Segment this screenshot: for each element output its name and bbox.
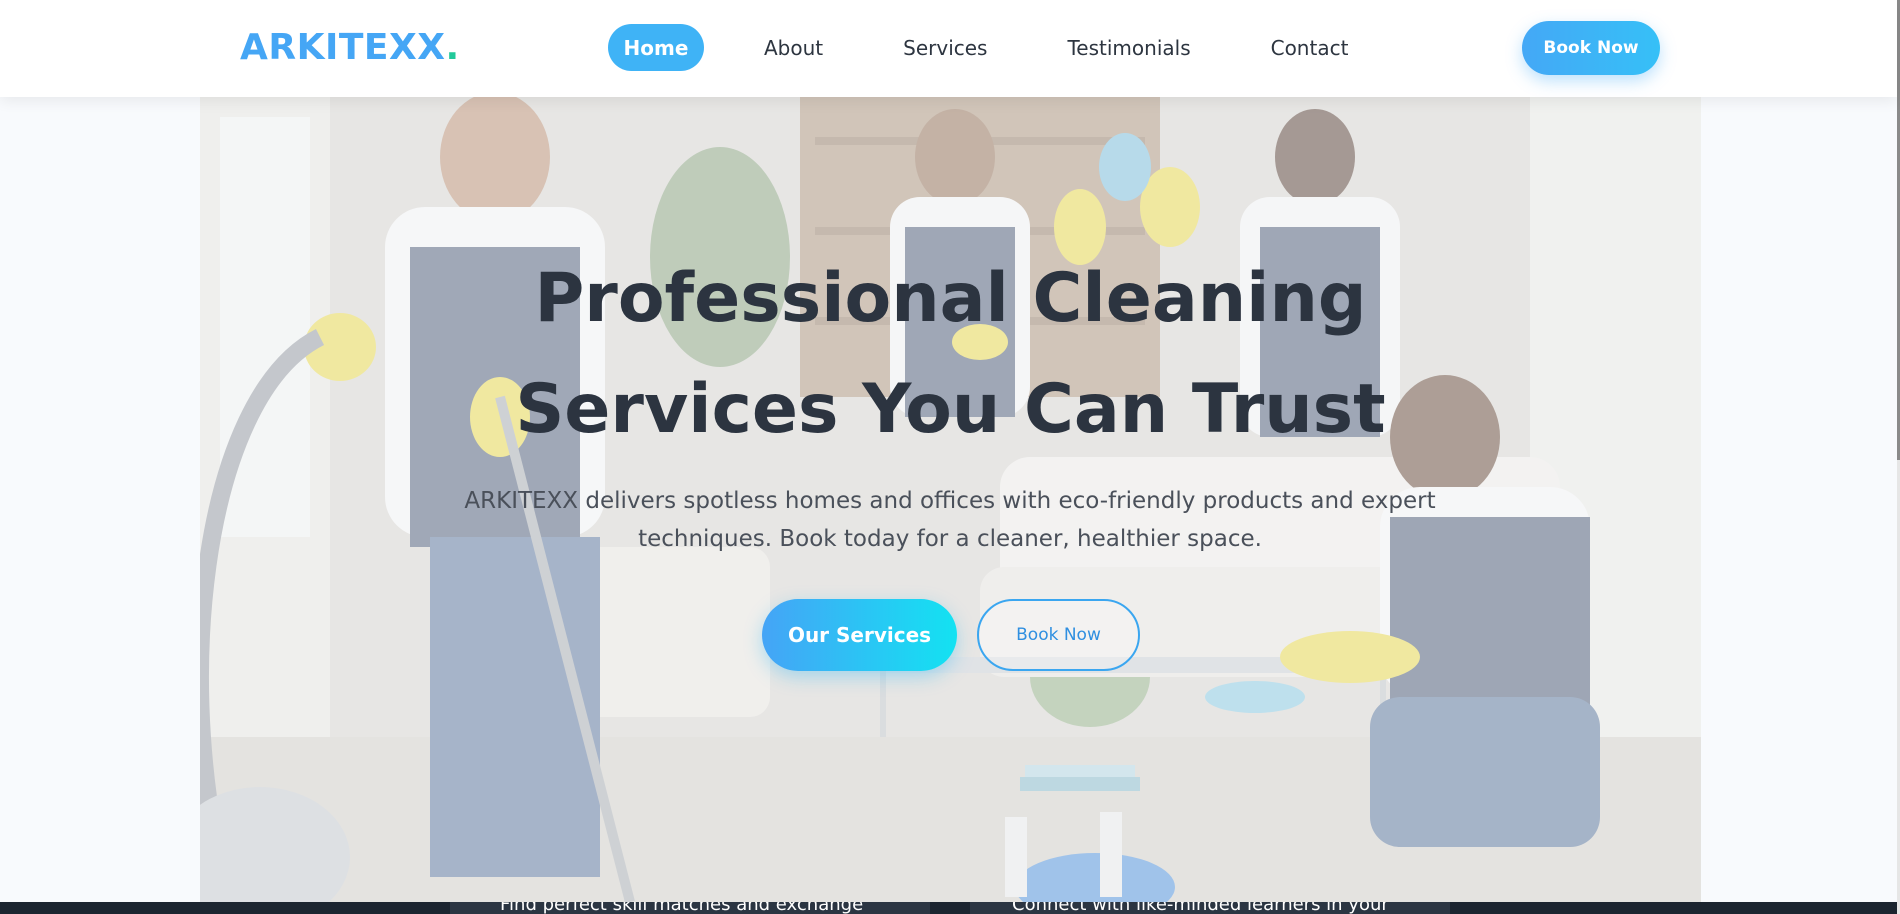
logo-dot: . bbox=[445, 27, 460, 68]
logo-text: ARKITEXX bbox=[240, 27, 446, 68]
nav-contact-link[interactable]: Contact bbox=[1271, 24, 1349, 71]
site-header: ARKITEXX. Home About Services Testimonia… bbox=[0, 0, 1897, 97]
hero-title-line-1: Professional Cleaning bbox=[534, 259, 1367, 338]
brand-logo[interactable]: ARKITEXX. bbox=[240, 26, 460, 70]
next-section-peek: Find perfect skill matches and exchange … bbox=[0, 902, 1900, 914]
hero-title-line-2: Services You Can Trust bbox=[515, 370, 1386, 449]
nav-services-link[interactable]: Services bbox=[903, 24, 987, 71]
hero-section: Professional Cleaning Services You Can T… bbox=[200, 97, 1701, 902]
feature-card-1-text: Find perfect skill matches and exchange bbox=[500, 902, 864, 914]
header-book-now-button[interactable]: Book Now bbox=[1522, 21, 1660, 75]
nav-testimonials-link[interactable]: Testimonials bbox=[1067, 24, 1190, 71]
hero-subtitle: ARKITEXX delivers spotless homes and off… bbox=[450, 482, 1450, 558]
main-nav: Home About Services Testimonials Contact bbox=[608, 24, 1348, 71]
hero-subtitle-line-1: ARKITEXX delivers spotless homes and off… bbox=[464, 488, 1436, 514]
hero-subtitle-line-2: techniques. Book today for a cleaner, he… bbox=[638, 526, 1262, 552]
feature-card-2-text: Connect with like-minded learners in you… bbox=[1012, 902, 1389, 914]
hero-cta-group: Our Services Book Now bbox=[762, 599, 1140, 671]
hero-title: Professional Cleaning Services You Can T… bbox=[200, 243, 1701, 465]
our-services-button[interactable]: Our Services bbox=[762, 599, 957, 671]
nav-about-link[interactable]: About bbox=[764, 24, 823, 71]
hero-book-now-button[interactable]: Book Now bbox=[977, 599, 1140, 671]
nav-home-link[interactable]: Home bbox=[608, 24, 704, 71]
